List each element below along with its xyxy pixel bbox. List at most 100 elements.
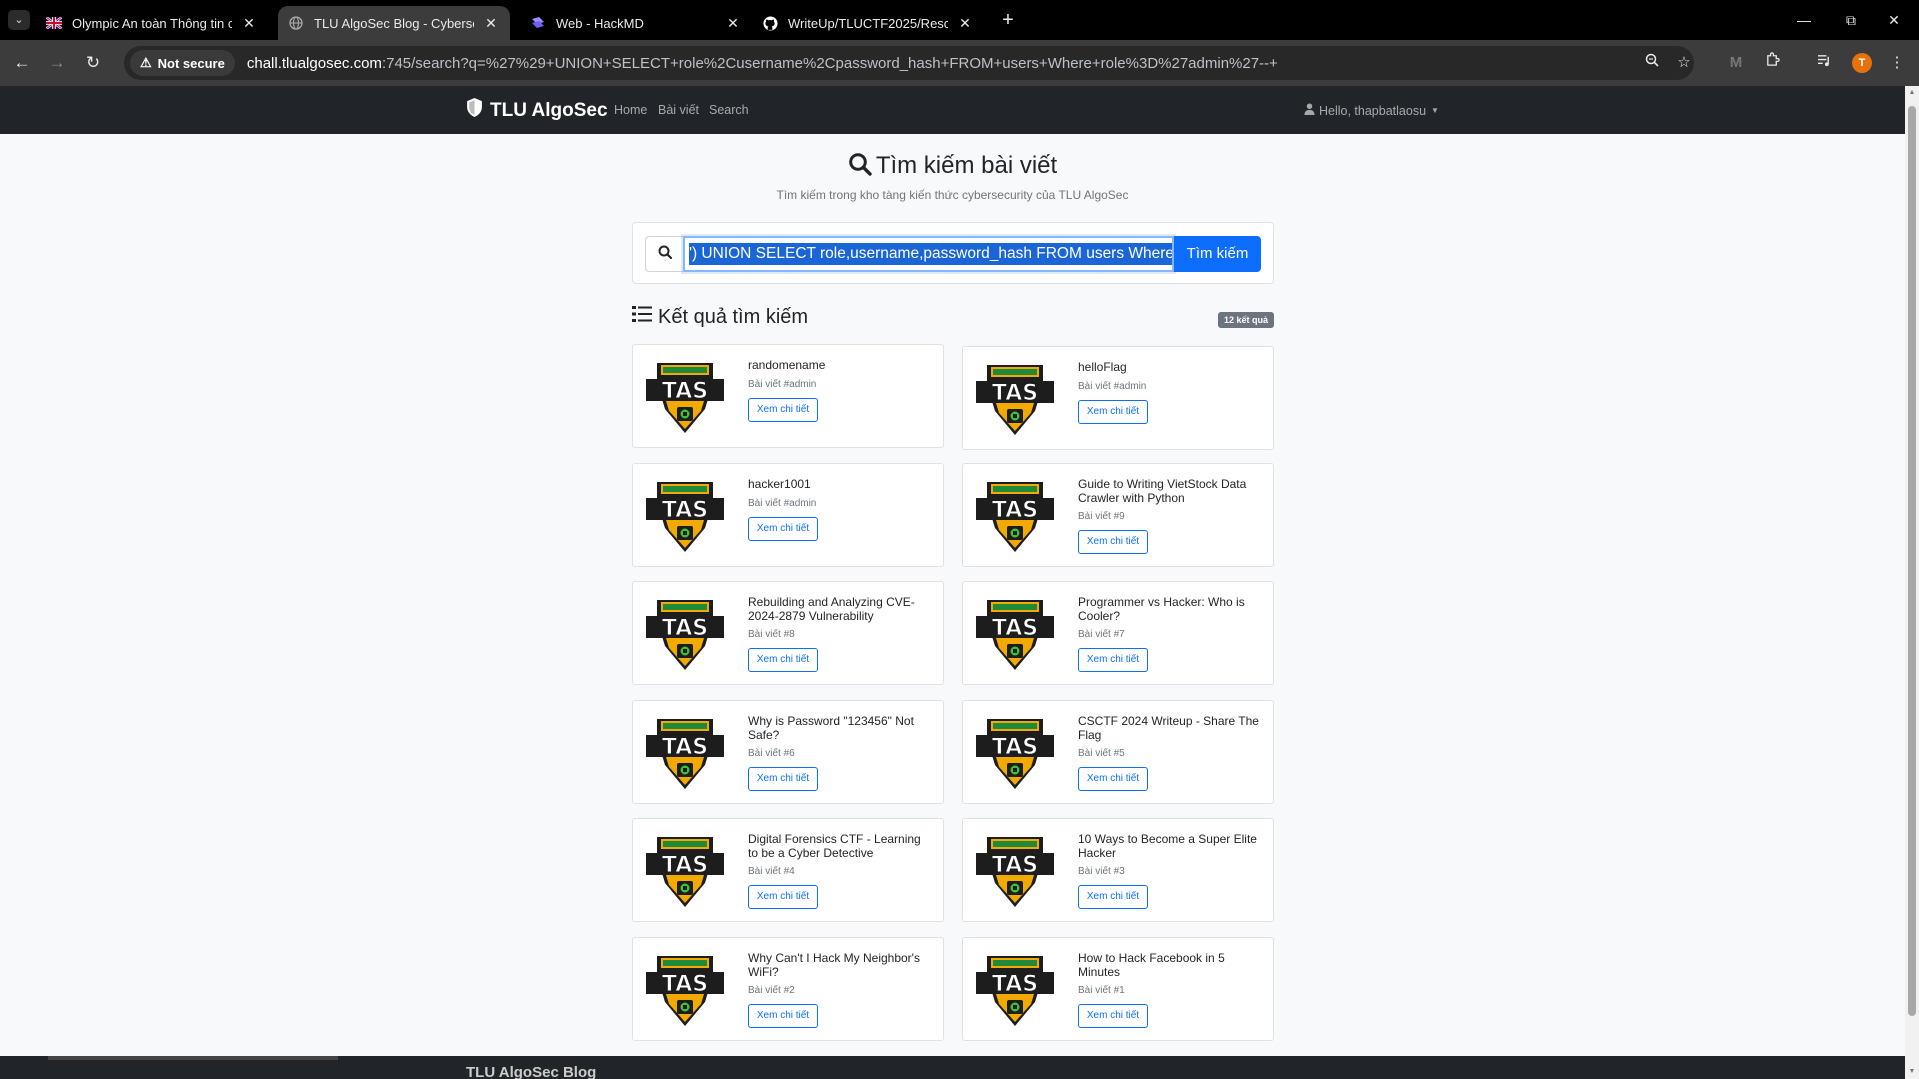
result-title: Guide to Writing VietStock Data Crawler … bbox=[1078, 476, 1247, 505]
footer-divider bbox=[48, 1056, 338, 1060]
tab-close-icon[interactable]: ✕ bbox=[956, 15, 974, 32]
list-icon bbox=[632, 305, 652, 329]
post-thumbnail-logo: TAS bbox=[643, 835, 727, 909]
result-meta: Bài viết #6 bbox=[748, 747, 795, 759]
results-count-badge: 12 kết quả bbox=[1218, 312, 1275, 328]
svg-text:TAS: TAS bbox=[992, 735, 1038, 760]
scrollbar-thumb[interactable] bbox=[1908, 106, 1916, 1016]
result-title: How to Hack Facebook in 5 Minutes bbox=[1078, 950, 1225, 979]
result-card: TAS hacker1001 Bài viết #admin Xem chi tiết bbox=[632, 462, 944, 567]
browser-tab-github[interactable]: WriteUp/TLUCTF2025/Resource ✕ bbox=[752, 6, 984, 40]
result-meta: Bài viết #3 bbox=[1078, 866, 1125, 877]
view-detail-button[interactable]: Xem chi tiết bbox=[748, 885, 818, 909]
result-card: TAS helloFlag Bài viết #admin Xem chi tiết bbox=[962, 346, 1274, 450]
result-title: Why Can't I Hack My Neighbor's WiFi? bbox=[748, 950, 920, 979]
tab-close-icon[interactable]: ✕ bbox=[724, 15, 742, 32]
url-host: chall.tlualgosec.com bbox=[246, 54, 382, 72]
result-meta: Bài viết #2 bbox=[748, 984, 795, 996]
browser-tab-strip: ⌄ Olympic An toàn Thông tin cấp ✕ TLU Al… bbox=[0, 0, 1919, 40]
tab-close-icon[interactable]: ✕ bbox=[482, 15, 500, 32]
scroll-up-icon[interactable]: ▲ bbox=[1905, 86, 1919, 100]
forward-arrow-icon[interactable]: → bbox=[45, 51, 69, 75]
nav-link-search[interactable]: Search bbox=[709, 103, 749, 117]
browser-toolbar: ← → ↻ ⚠ Not secure chall.tlualgosec.com:… bbox=[0, 40, 1919, 86]
result-meta: Bài viết #admin bbox=[1078, 381, 1147, 392]
window-close-icon[interactable]: ✕ bbox=[1881, 8, 1907, 32]
post-thumbnail-logo: TAS bbox=[643, 598, 727, 672]
view-detail-button[interactable]: Xem chi tiết bbox=[748, 766, 818, 791]
kebab-menu-icon[interactable]: ⋮ bbox=[1885, 51, 1909, 75]
browser-tab-olympic[interactable]: Olympic An toàn Thông tin cấp ✕ bbox=[36, 6, 268, 40]
page-scrollbar[interactable]: ▲ ▼ bbox=[1905, 86, 1919, 1079]
nav-link-posts[interactable]: Bài viết bbox=[658, 103, 699, 117]
post-thumbnail-logo: TAS bbox=[643, 480, 727, 554]
post-thumbnail-logo: TAS bbox=[973, 954, 1057, 1028]
result-title: Why is Password "123456" Not Safe? bbox=[748, 713, 914, 742]
extensions-puzzle-icon[interactable] bbox=[1760, 51, 1784, 75]
site-footer: TLU AlgoSec Blog bbox=[0, 1056, 1905, 1079]
site-brand[interactable]: TLU AlgoSec bbox=[466, 98, 608, 123]
result-card: TAS 10 Ways to Become a Super Elite Hacke… bbox=[962, 818, 1274, 922]
view-detail-button[interactable]: Xem chi tiết bbox=[748, 398, 818, 422]
bookmark-star-icon[interactable]: ☆ bbox=[1672, 51, 1696, 75]
result-meta: Bài viết #8 bbox=[748, 629, 795, 640]
search-query-text: ') UNION SELECT role,username,password_h… bbox=[689, 243, 1172, 265]
gmail-extension-icon[interactable]: M bbox=[1724, 51, 1748, 75]
view-detail-button[interactable]: Xem chi tiết bbox=[748, 648, 818, 672]
page-title-text: Tìm kiếm bài viết bbox=[875, 152, 1058, 179]
view-detail-button[interactable]: Xem chi tiết bbox=[1078, 885, 1148, 909]
security-label: Not secure bbox=[157, 55, 225, 71]
svg-text:TAS: TAS bbox=[992, 853, 1038, 878]
result-title: 10 Ways to Become a Super Elite Hacker bbox=[1078, 832, 1257, 860]
browser-tab-tlu-algosec[interactable]: TLU AlgoSec Blog - Cybersecuri ✕ bbox=[278, 6, 510, 40]
tab-title: TLU AlgoSec Blog - Cybersecuri bbox=[314, 15, 474, 31]
reload-icon[interactable]: ↻ bbox=[81, 51, 105, 75]
flag-favicon-icon bbox=[46, 15, 62, 31]
result-card: TAS Guide to Writing VietStock Data Crawl… bbox=[962, 462, 1274, 567]
back-arrow-icon[interactable]: ← bbox=[10, 51, 34, 75]
result-title: Rebuilding and Analyzing CVE-2024-2879 V… bbox=[748, 595, 915, 623]
zoom-magnifier-icon[interactable] bbox=[1640, 51, 1664, 75]
scroll-down-icon[interactable]: ▼ bbox=[1905, 1065, 1919, 1079]
results-heading: Kết quả tìm kiếm bbox=[632, 305, 808, 329]
result-card: TAS Digital Forensics CTF - Learning to b… bbox=[632, 818, 944, 922]
result-card: TAS How to Hack Facebook in 5 Minutes Bài … bbox=[962, 936, 1274, 1041]
search-icon bbox=[848, 152, 872, 183]
view-detail-button[interactable]: Xem chi tiết bbox=[748, 1003, 818, 1028]
result-title: hacker1001 bbox=[748, 476, 811, 491]
post-thumbnail-logo: TAS bbox=[973, 363, 1057, 437]
new-tab-plus-icon[interactable]: + bbox=[996, 8, 1020, 32]
search-input[interactable]: ') UNION SELECT role,username,password_h… bbox=[683, 236, 1174, 272]
media-queue-icon[interactable] bbox=[1812, 51, 1836, 75]
security-indicator[interactable]: ⚠ Not secure bbox=[130, 50, 235, 76]
window-minimize-icon[interactable]: — bbox=[1791, 8, 1817, 32]
view-detail-button[interactable]: Xem chi tiết bbox=[1078, 766, 1148, 791]
url-text[interactable]: chall.tlualgosec.com:745/search?q=%27%29… bbox=[247, 55, 1278, 72]
user-dropdown[interactable]: Hello, thapbatlaosu ▼ bbox=[1304, 103, 1439, 118]
post-thumbnail-logo: TAS bbox=[973, 835, 1057, 909]
post-thumbnail-logo: TAS bbox=[643, 954, 727, 1028]
hackmd-favicon-icon bbox=[530, 15, 546, 31]
result-meta: Bài viết #admin bbox=[748, 379, 817, 390]
tab-search-chevron-icon[interactable]: ⌄ bbox=[8, 10, 30, 30]
search-button[interactable]: Tìm kiếm bbox=[1174, 236, 1261, 272]
svg-text:TAS: TAS bbox=[662, 972, 708, 997]
view-detail-button[interactable]: Xem chi tiết bbox=[1078, 648, 1148, 672]
view-detail-button[interactable]: Xem chi tiết bbox=[1078, 1003, 1148, 1028]
browser-tab-hackmd[interactable]: Web - HackMD ✕ bbox=[520, 6, 752, 40]
result-card: TAS Why is Password "123456" Not Safe? Bài… bbox=[632, 699, 944, 804]
result-title: CSCTF 2024 Writeup - Share The Flag bbox=[1078, 713, 1259, 742]
window-restore-icon[interactable]: ⧉ bbox=[1838, 8, 1864, 32]
results-heading-text: Kết quả tìm kiếm bbox=[658, 305, 809, 328]
tab-close-icon[interactable]: ✕ bbox=[240, 15, 258, 32]
warning-triangle-icon: ⚠ bbox=[140, 55, 152, 70]
footer-brand: TLU AlgoSec Blog bbox=[466, 1064, 597, 1079]
post-thumbnail-logo: TAS bbox=[973, 480, 1057, 554]
view-detail-button[interactable]: Xem chi tiết bbox=[1078, 529, 1148, 554]
nav-link-home[interactable]: Home bbox=[614, 103, 647, 117]
result-meta: Bài viết #9 bbox=[1078, 510, 1125, 522]
profile-avatar[interactable]: T bbox=[1852, 53, 1872, 73]
address-bar[interactable]: ⚠ Not secure chall.tlualgosec.com:745/se… bbox=[124, 46, 1694, 80]
view-detail-button[interactable]: Xem chi tiết bbox=[1078, 400, 1148, 424]
view-detail-button[interactable]: Xem chi tiết bbox=[748, 516, 818, 541]
